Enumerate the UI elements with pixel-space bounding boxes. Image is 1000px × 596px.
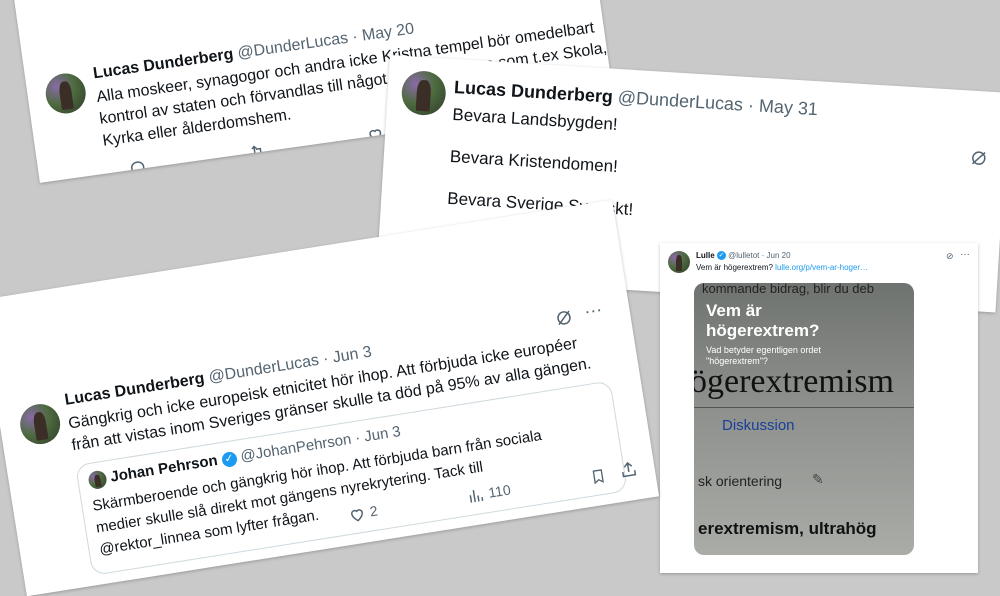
- preview-title: Vem är: [706, 301, 762, 320]
- tweet-text-line: Bevara Landsbygden!: [451, 104, 619, 135]
- share-icon[interactable]: [618, 459, 639, 480]
- tweet-card-4[interactable]: Lulle ✓ @lulletot · Jun 20 ⊘ ··· Vem är …: [660, 243, 978, 573]
- quoted-avatar[interactable]: [87, 469, 108, 491]
- avatar[interactable]: [400, 69, 448, 117]
- preview-subtitle: Vad betyder egentligen ordet: [706, 345, 821, 355]
- reply-icon[interactable]: [128, 158, 148, 178]
- grok-icon[interactable]: ⊘: [946, 251, 954, 262]
- tweet-date[interactable]: · Jun 20: [762, 251, 791, 260]
- author-handle[interactable]: @DunderLucas: [617, 87, 743, 115]
- avatar[interactable]: [43, 70, 89, 117]
- preview-snippet: kommande bidrag, blir du deb: [702, 283, 874, 296]
- like-icon[interactable]: [347, 504, 368, 525]
- quoted-date[interactable]: · Jun 3: [354, 423, 402, 447]
- tweet-text-line: Bevara Kristendomen!: [449, 146, 619, 177]
- verified-badge-icon: ✓: [220, 450, 238, 468]
- retweet-icon[interactable]: [246, 141, 268, 162]
- tweet-text: Vem är högerextrem? lulle.org/p/vem-ar-h…: [696, 263, 868, 272]
- tweet-date[interactable]: · May 31: [747, 95, 818, 119]
- grok-icon[interactable]: [969, 149, 988, 168]
- like-icon[interactable]: [365, 125, 385, 145]
- more-icon[interactable]: ···: [960, 249, 970, 260]
- bookmark-icon[interactable]: [589, 466, 608, 486]
- tweet-text-body: Vem är högerextrem?: [696, 263, 773, 272]
- preview-big-word: ögerextremism: [694, 363, 894, 400]
- link-preview-image[interactable]: kommande bidrag, blir du deb Vem är höge…: [694, 283, 914, 555]
- grok-icon[interactable]: [554, 308, 575, 329]
- pencil-icon: ✎: [812, 471, 824, 487]
- preview-bottom-word: erextremism, ultrahög: [698, 519, 877, 538]
- avatar[interactable]: [668, 251, 690, 273]
- tweet-link[interactable]: lulle.org/p/vem-ar-hoger…: [775, 263, 868, 272]
- tweet-header: Lulle ✓ @lulletot · Jun 20: [696, 251, 791, 261]
- tweet-date[interactable]: · May 20: [351, 20, 415, 45]
- author-handle[interactable]: @lulletot: [728, 251, 759, 260]
- avatar[interactable]: [17, 401, 64, 447]
- verified-badge-icon: ✓: [716, 251, 726, 261]
- preview-tab: Diskussion: [722, 417, 795, 434]
- more-icon[interactable]: ···: [583, 299, 604, 323]
- author-name[interactable]: Lucas Dunderberg: [454, 77, 614, 107]
- tweet-card-3[interactable]: Lucas Dunderberg @DunderLucas · Jun 3 ··…: [0, 199, 660, 596]
- author-name[interactable]: Lulle: [696, 251, 715, 260]
- tweet-date[interactable]: · Jun 3: [322, 343, 373, 367]
- preview-orientation: sk orientering: [698, 473, 783, 489]
- views-icon[interactable]: [465, 486, 486, 507]
- preview-title: högerextrem?: [706, 321, 820, 340]
- preview-divider: [694, 407, 914, 408]
